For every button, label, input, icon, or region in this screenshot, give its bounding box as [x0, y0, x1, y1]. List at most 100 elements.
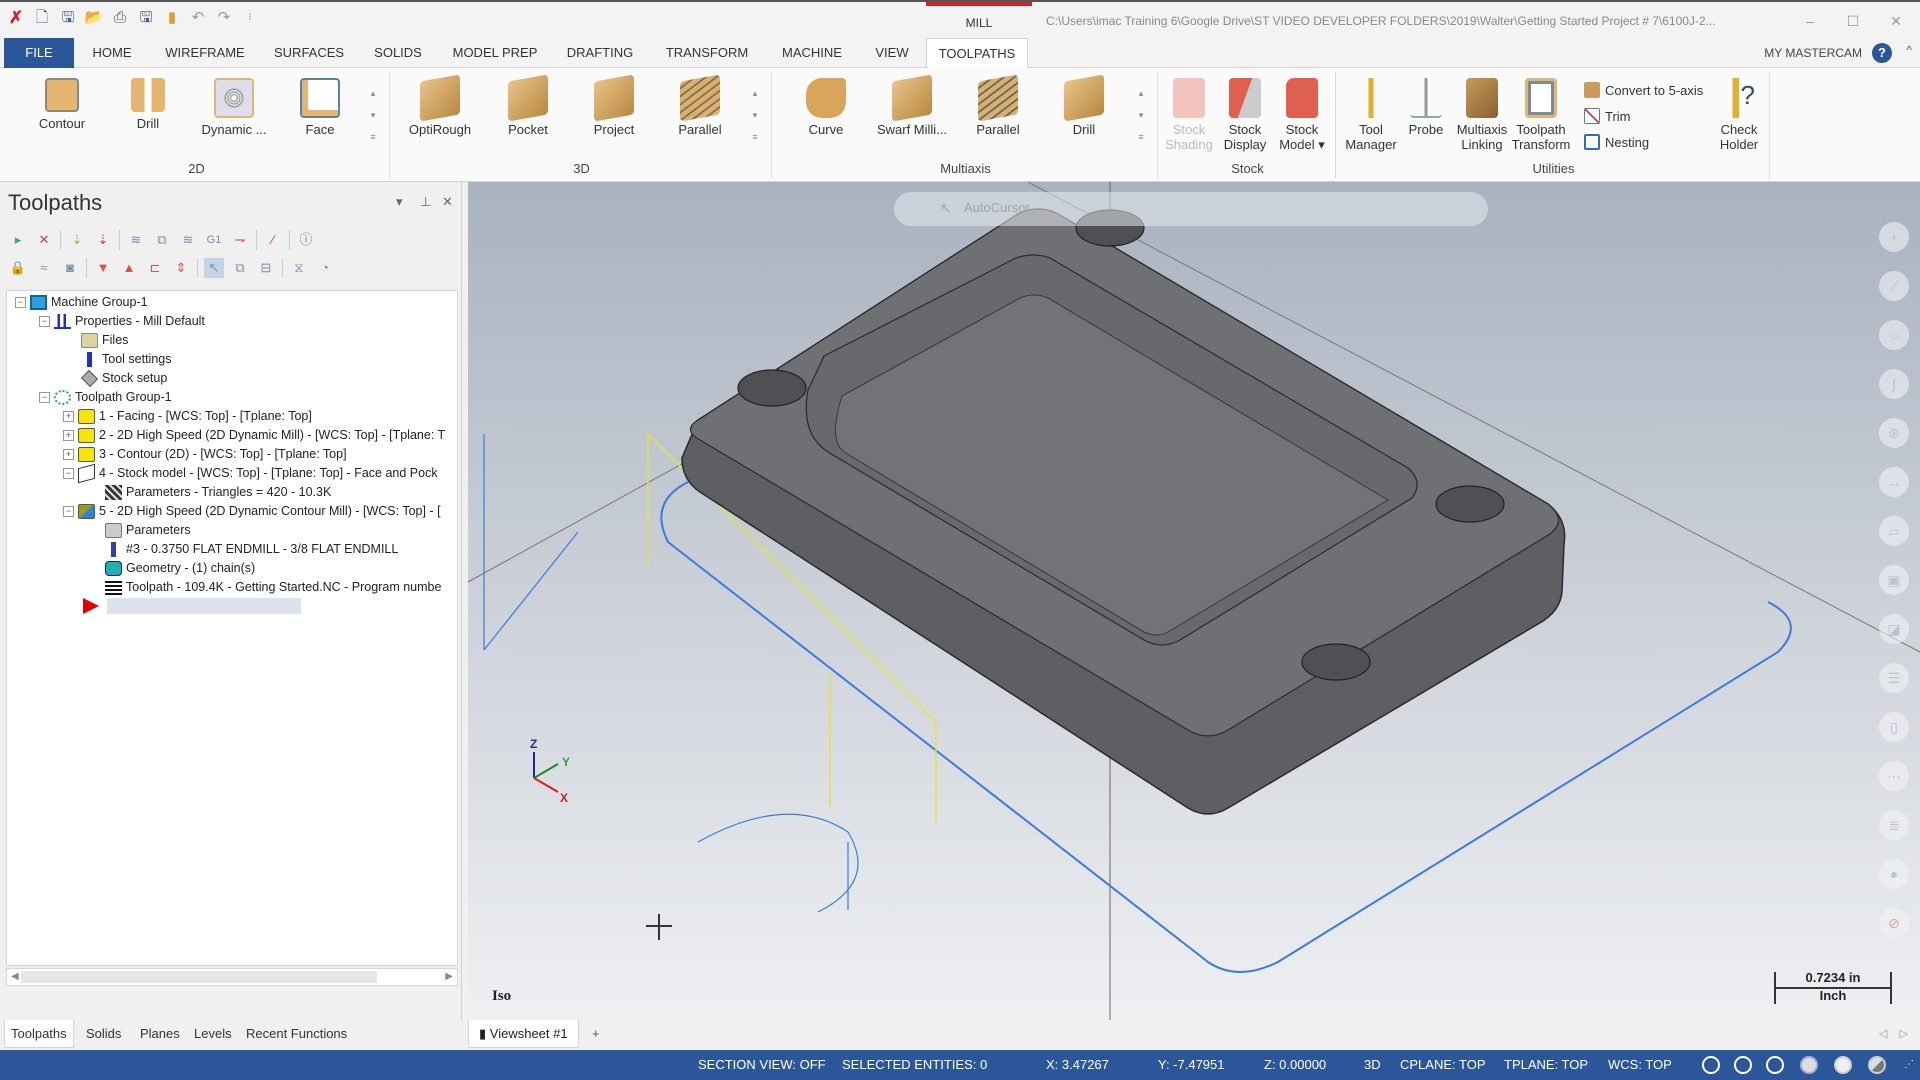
curve-button[interactable]: Curve: [786, 78, 866, 154]
tree-node[interactable]: Parameters - Triangles = 420 - 10.3K: [105, 483, 331, 501]
face-button[interactable]: Face: [280, 78, 360, 154]
simulate-icon[interactable]: ≋: [178, 230, 198, 250]
tab-wireframe[interactable]: WIREFRAME: [162, 38, 248, 68]
open-icon[interactable]: 📂: [84, 8, 104, 28]
pocket-button[interactable]: Pocket: [488, 74, 568, 154]
tree-node[interactable]: + 2 - 2D High Speed (2D Dynamic Mill) - …: [63, 426, 445, 444]
insert-after-icon[interactable]: ⊏: [145, 258, 165, 278]
tree-node[interactable]: Toolpath - 109.4K - Getting Started.NC -…: [105, 578, 441, 596]
optirough-button[interactable]: OptiRough: [400, 74, 480, 154]
move-down-icon[interactable]: ▼: [93, 258, 113, 278]
gallery-2d-scroll[interactable]: ▴ ▾ ≡: [366, 82, 380, 148]
regen-all-icon[interactable]: ⇣: [67, 230, 87, 250]
toggle-post-icon[interactable]: ◙: [60, 258, 80, 278]
tree-node[interactable]: − Properties - Mill Default: [39, 312, 205, 330]
tree-node[interactable]: Stock setup: [81, 369, 167, 387]
stock-shading-button[interactable]: Stock Shading: [1160, 78, 1218, 154]
tab-levels-panel[interactable]: Levels: [188, 1020, 238, 1048]
autocursor-label[interactable]: AutoCursor: [964, 200, 1030, 215]
swarf-milling-button[interactable]: Swarf Milli...: [872, 74, 952, 154]
hidden-wire-icon[interactable]: [1766, 1056, 1784, 1074]
help-icon[interactable]: ?: [1872, 43, 1892, 63]
scroll-thumb[interactable]: [21, 971, 377, 983]
backplot-icon[interactable]: ≋: [126, 230, 146, 250]
analyze-icon[interactable]: ▯: [1879, 712, 1909, 742]
wcs-status[interactable]: WCS: TOP: [1608, 1050, 1672, 1080]
panel-dropdown-icon[interactable]: ▾: [396, 194, 403, 210]
check-holder-button[interactable]: ? Check Holder: [1708, 78, 1770, 154]
graphics-viewport[interactable]: Z Y X ↖ AutoCursor + ⟋ ○ ∫ ⊛ ↔ ▱ ▣ ◪ ☰ ▯…: [468, 182, 1920, 1020]
regen-dirty-icon[interactable]: ⇣: [93, 230, 113, 250]
tree-node[interactable]: − 5 - 2D High Speed (2D Dynamic Contour …: [63, 502, 441, 520]
tab-planes-panel[interactable]: Planes: [134, 1020, 186, 1048]
cplane-status[interactable]: CPLANE: TOP: [1400, 1050, 1486, 1080]
verify-icon[interactable]: ⧉: [152, 230, 172, 250]
z-coordinate[interactable]: Z: 0.00000: [1264, 1050, 1326, 1080]
circle-icon[interactable]: ○: [1879, 320, 1909, 350]
redo-icon[interactable]: ↷: [214, 8, 234, 28]
contour-button[interactable]: Contour: [22, 78, 102, 154]
box-icon[interactable]: ▣: [1879, 565, 1909, 595]
surface-icon[interactable]: ▱: [1879, 516, 1909, 546]
parallel-multiaxis-button[interactable]: Parallel: [958, 74, 1038, 154]
tree-node[interactable]: + 1 - Facing - [WCS: Top] - [Tplane: Top…: [63, 407, 312, 425]
shaded-edges-icon[interactable]: [1834, 1056, 1852, 1074]
operations-tree[interactable]: − Machine Group-1 − Properties - Mill De…: [6, 290, 458, 966]
high-speed-icon[interactable]: ⇁: [230, 230, 250, 250]
autocursor-icon[interactable]: ↖: [940, 200, 952, 217]
multiaxis-linking-button[interactable]: Multiaxis Linking: [1450, 78, 1514, 154]
tree-node[interactable]: − 4 - Stock model - [WCS: Top] - [Tplane…: [63, 463, 438, 483]
my-mastercam-link[interactable]: MY MASTERCAM: [1764, 38, 1862, 68]
tree-node[interactable]: Files: [81, 331, 128, 349]
lock-icon[interactable]: 🔒: [8, 258, 28, 278]
help-icon[interactable]: ⓘ: [296, 230, 316, 250]
list-icon[interactable]: ☰: [1879, 663, 1909, 693]
tool-manager-button[interactable]: Tool Manager: [1338, 78, 1404, 154]
scroll-right-icon[interactable]: ▶: [445, 969, 453, 985]
single-display-icon[interactable]: ↖: [204, 258, 224, 278]
machine-sim-icon[interactable]: ◔: [315, 258, 335, 278]
tree-node[interactable]: Tool settings: [81, 350, 171, 368]
next-viewsheet-icon[interactable]: ▷: [1900, 1028, 1908, 1040]
minimize-button[interactable]: –: [1790, 2, 1830, 40]
properties-icon[interactable]: ▮: [162, 8, 182, 28]
no-entry-icon[interactable]: ⊘: [1879, 908, 1909, 938]
viewsheet-tab[interactable]: ▮ Viewsheet #1: [468, 1020, 579, 1048]
drill-multiaxis-button[interactable]: Drill: [1044, 74, 1124, 154]
insert-arrow[interactable]: [83, 597, 301, 615]
mode-2d-3d[interactable]: 3D: [1364, 1050, 1381, 1080]
probe-button[interactable]: Probe: [1398, 78, 1454, 154]
section-view-status[interactable]: SECTION VIEW: OFF: [698, 1050, 826, 1080]
shaded-icon[interactable]: [1800, 1056, 1818, 1074]
project-button[interactable]: Project: [574, 74, 654, 154]
scroll-icon[interactable]: ⇕: [171, 258, 191, 278]
tplane-status[interactable]: TPLANE: TOP: [1504, 1050, 1588, 1080]
tab-toolpaths[interactable]: TOOLPATHS: [926, 38, 1028, 69]
mastercam-logo-icon[interactable]: ✗: [6, 8, 26, 28]
scroll-left-icon[interactable]: ◀: [11, 969, 19, 985]
display-options-icon[interactable]: ⧉: [230, 258, 250, 278]
panel-close-icon[interactable]: ✕: [442, 194, 453, 210]
tab-solids-panel[interactable]: Solids: [80, 1020, 127, 1048]
collapse-ribbon-icon[interactable]: ^: [1906, 43, 1912, 57]
tab-transform[interactable]: TRANSFORM: [662, 38, 752, 68]
close-button[interactable]: ✕: [1876, 2, 1916, 40]
gallery-3d-scroll[interactable]: ▴ ▾ ≡: [748, 82, 762, 148]
tree-horizontal-scrollbar[interactable]: ◀ ▶: [6, 968, 458, 986]
hidden-line-icon[interactable]: [1734, 1056, 1752, 1074]
tab-file[interactable]: FILE: [4, 38, 74, 68]
maximize-button[interactable]: ☐: [1833, 2, 1873, 40]
tab-machine[interactable]: MACHINE: [778, 38, 846, 68]
tab-solids[interactable]: SOLIDS: [370, 38, 426, 68]
save-as-icon[interactable]: 🖫: [136, 8, 156, 28]
scrollbar-icon[interactable]: ⊟: [256, 258, 276, 278]
undo-icon[interactable]: ↶: [188, 8, 208, 28]
parallel-3d-button[interactable]: Parallel: [660, 74, 740, 154]
customize-icon[interactable]: ⁝: [240, 8, 260, 28]
tab-recent-functions[interactable]: Recent Functions: [240, 1020, 353, 1048]
select-all-ops-icon[interactable]: ▸: [8, 230, 28, 250]
tab-view[interactable]: VIEW: [872, 38, 912, 68]
new-icon[interactable]: 🗋: [32, 8, 52, 28]
nesting-button[interactable]: Nesting: [1584, 134, 1649, 150]
layers-icon[interactable]: ≣: [1879, 810, 1909, 840]
